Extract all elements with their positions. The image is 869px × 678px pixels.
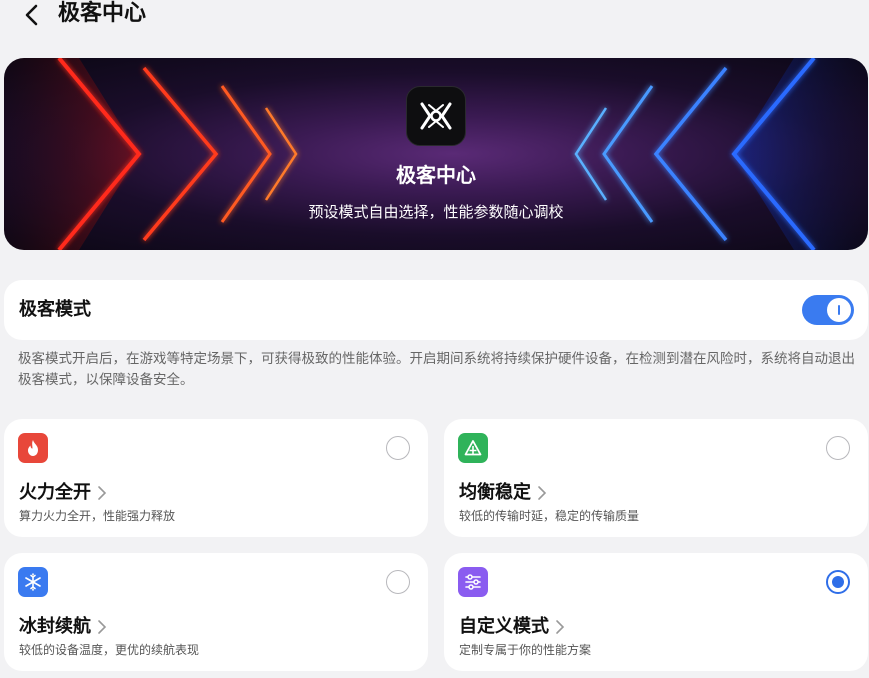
hero-banner: 极客中心 预设模式自由选择，性能参数随心调校: [4, 58, 868, 250]
geek-mode-row: 极客模式: [4, 280, 868, 340]
geek-mode-toggle[interactable]: [802, 295, 854, 325]
chevron-right-icon: [538, 486, 547, 500]
option-title: 火力全开: [19, 481, 107, 505]
sliders-icon: [458, 567, 488, 597]
option-title: 自定义模式: [459, 615, 565, 639]
banner-title: 极客中心: [396, 163, 476, 187]
option-description: 较低的设备温度，更优的续航表现: [19, 643, 200, 657]
chevron-right-icon: [556, 620, 565, 634]
option-card-balanced[interactable]: 均衡稳定 较低的传输时延，稳定的传输质量: [444, 419, 868, 537]
chevron-right-icon: [98, 620, 107, 634]
banner-subtitle: 预设模式自由选择，性能参数随心调校: [308, 203, 564, 221]
page-title: 极客中心: [58, 1, 147, 26]
option-title: 均衡稳定: [459, 481, 547, 505]
option-card-freeze-endurance[interactable]: 冰封续航 较低的设备温度，更优的续航表现: [4, 553, 428, 671]
option-description: 定制专属于你的性能方案: [459, 643, 592, 657]
geek-mode-label: 极客模式: [19, 299, 91, 320]
option-card-custom[interactable]: 自定义模式 定制专属于你的性能方案: [444, 553, 868, 671]
flame-icon: [18, 433, 48, 463]
chevron-right-icon: [98, 486, 107, 500]
option-description: 算力火力全开，性能强力释放: [19, 509, 176, 523]
option-description: 较低的传输时延，稳定的传输质量: [459, 509, 640, 523]
geek-mode-description: 极客模式开启后，在游戏等特定场景下，可获得极致的性能体验。开启期间系统将持续保护…: [18, 351, 855, 388]
back-button[interactable]: [20, 2, 46, 28]
chevron-left-icon: [25, 4, 38, 26]
option-radio[interactable]: [386, 570, 410, 594]
option-radio[interactable]: [386, 436, 410, 460]
triangle-icon: [458, 433, 488, 463]
geek-center-logo-icon: [406, 86, 466, 146]
toggle-knob: [827, 298, 851, 322]
option-radio-selected[interactable]: [826, 570, 850, 594]
geek-center-page: 极客中心 极客中心 预设模式自由选择，性能参数随心调校 极客模式 极客模式开启后…: [0, 0, 869, 678]
option-card-full-power[interactable]: 火力全开 算力火力全开，性能强力释放: [4, 419, 428, 537]
option-radio[interactable]: [826, 436, 850, 460]
snowflake-icon: [18, 567, 48, 597]
option-title: 冰封续航: [19, 615, 107, 639]
header: 极客中心: [0, 0, 869, 34]
